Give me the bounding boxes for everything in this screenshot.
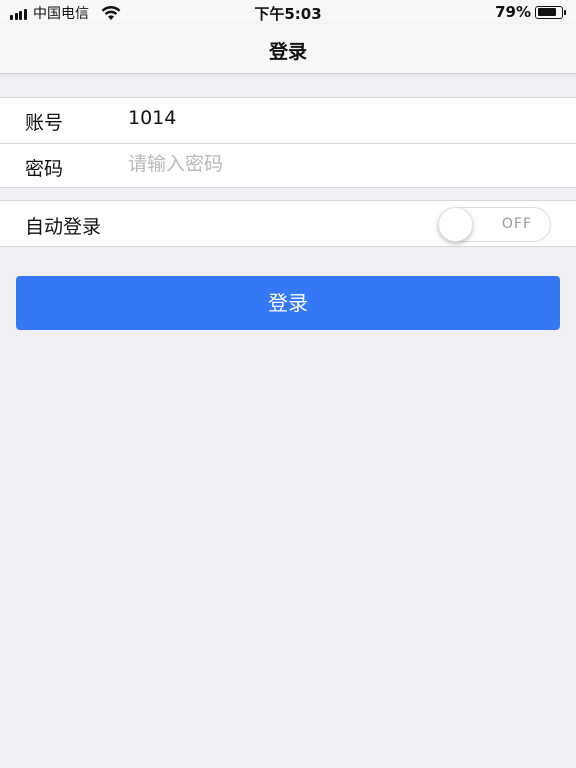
toggle-state-text: OFF [501,216,532,232]
battery-icon [535,5,563,19]
toggle-knob [438,207,473,242]
battery-tip [564,9,566,15]
status-bar: 中国电信 下午5:03 79% [0,0,576,24]
page-title: 登录 [268,41,307,63]
account-label: 账号 [25,112,64,134]
battery-fill [537,8,556,16]
battery-percentage: 79% [495,3,531,21]
status-time: 下午5:03 [254,5,322,23]
auto-login-toggle[interactable]: OFF [438,207,551,242]
navigation-bar: 登录 [0,24,576,74]
login-form: 账号 密码 [0,97,576,188]
status-right: 79% [495,3,566,21]
password-row: 密码 [0,143,576,188]
account-row: 账号 [0,98,576,143]
account-input[interactable] [128,107,548,129]
password-label: 密码 [25,158,64,180]
password-input[interactable] [128,153,548,175]
login-button[interactable]: 登录 [16,276,560,330]
auto-login-label: 自动登录 [25,216,102,238]
auto-login-row: 自动登录 OFF [0,200,576,247]
